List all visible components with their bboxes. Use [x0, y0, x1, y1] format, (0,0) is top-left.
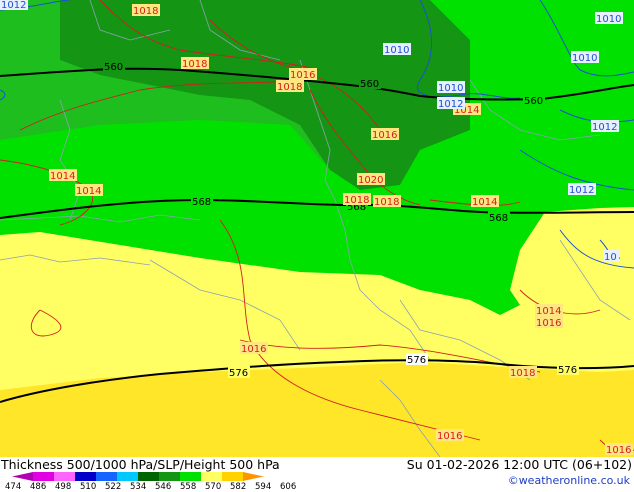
- blue-label-9: 10: [604, 252, 617, 263]
- red-label-11: 1018: [374, 197, 399, 208]
- legend-label: 570: [205, 482, 222, 492]
- blue-label-2: 1010: [384, 45, 409, 56]
- label-560-a: 560: [104, 62, 123, 73]
- red-label-1: 1018: [133, 6, 158, 17]
- legend-swatch: [159, 472, 180, 481]
- legend-swatch: [12, 472, 33, 481]
- legend-swatch: [201, 472, 222, 481]
- label-576-a: 576: [229, 368, 248, 379]
- legend-label: 474: [5, 482, 22, 492]
- red-label-6: 1016: [372, 130, 397, 141]
- legend-swatch: [243, 472, 264, 481]
- red-label-16: 1018: [510, 368, 535, 379]
- legend-label: 582: [230, 482, 247, 492]
- label-560-c: 560: [524, 96, 543, 107]
- label-560-b: 560: [360, 79, 379, 90]
- red-label-10: 1018: [344, 195, 369, 206]
- red-label-2: 1018: [182, 59, 207, 70]
- red-label-15: 1016: [241, 344, 266, 355]
- legend-label: 522: [105, 482, 122, 492]
- valid-datetime: Su 01-02-2026 12:00 UTC (06+102): [406, 457, 632, 472]
- blue-label-1: 1012: [1, 0, 26, 11]
- red-label-18: 1016: [606, 445, 631, 456]
- label-568-c: 568: [489, 213, 508, 224]
- red-label-17: 1016: [437, 431, 462, 442]
- legend-swatch: [96, 472, 117, 481]
- legend-swatch: [54, 472, 75, 481]
- weather-map: 560 560 560 568 568 568 576 576 576 1018…: [0, 0, 634, 457]
- label-576-b: 576: [407, 355, 426, 366]
- legend-label: 534: [130, 482, 147, 492]
- legend-swatch: [117, 472, 138, 481]
- blue-label-3: 1010: [596, 14, 621, 25]
- map-canvas: 560 560 560 568 568 568 576 576 576 1018…: [0, 0, 634, 457]
- legend-label: 546: [155, 482, 172, 492]
- legend-swatch: [180, 472, 201, 481]
- blue-label-8: 1012: [569, 185, 594, 196]
- legend-bar: [12, 472, 264, 481]
- legend-label: 606: [280, 482, 297, 492]
- red-label-9: 1020: [358, 175, 383, 186]
- red-label-14: 1016: [536, 318, 561, 329]
- credit-link[interactable]: ©weatheronline.co.uk: [508, 474, 630, 487]
- blue-label-7: 1012: [592, 122, 617, 133]
- legend-label: 486: [30, 482, 47, 492]
- legend-swatch: [75, 472, 96, 481]
- legend-swatch: [138, 472, 159, 481]
- red-label-4: 1018: [277, 82, 302, 93]
- legend-swatch: [222, 472, 243, 481]
- label-576-c: 576: [558, 365, 577, 376]
- blue-label-6: 1012: [438, 99, 463, 110]
- color-legend: 474 486 498 510 522 534 546 558 570 582 594 606: [0, 472, 320, 492]
- legend-label: 510: [80, 482, 97, 492]
- red-label-7: 1014: [50, 171, 75, 182]
- legend-label: 558: [180, 482, 197, 492]
- red-label-8: 1014: [76, 186, 101, 197]
- legend-label: 594: [255, 482, 272, 492]
- legend-label: 498: [55, 482, 72, 492]
- map-title: Thickness 500/1000 hPa/SLP/Height 500 hP…: [1, 457, 280, 472]
- label-568-a: 568: [192, 197, 211, 208]
- red-label-13: 1014: [536, 306, 561, 317]
- red-label-3: 1016: [290, 70, 315, 81]
- legend-swatch: [33, 472, 54, 481]
- blue-label-5: 1010: [438, 83, 463, 94]
- blue-label-4: 1010: [572, 53, 597, 64]
- red-label-12: 1014: [472, 197, 497, 208]
